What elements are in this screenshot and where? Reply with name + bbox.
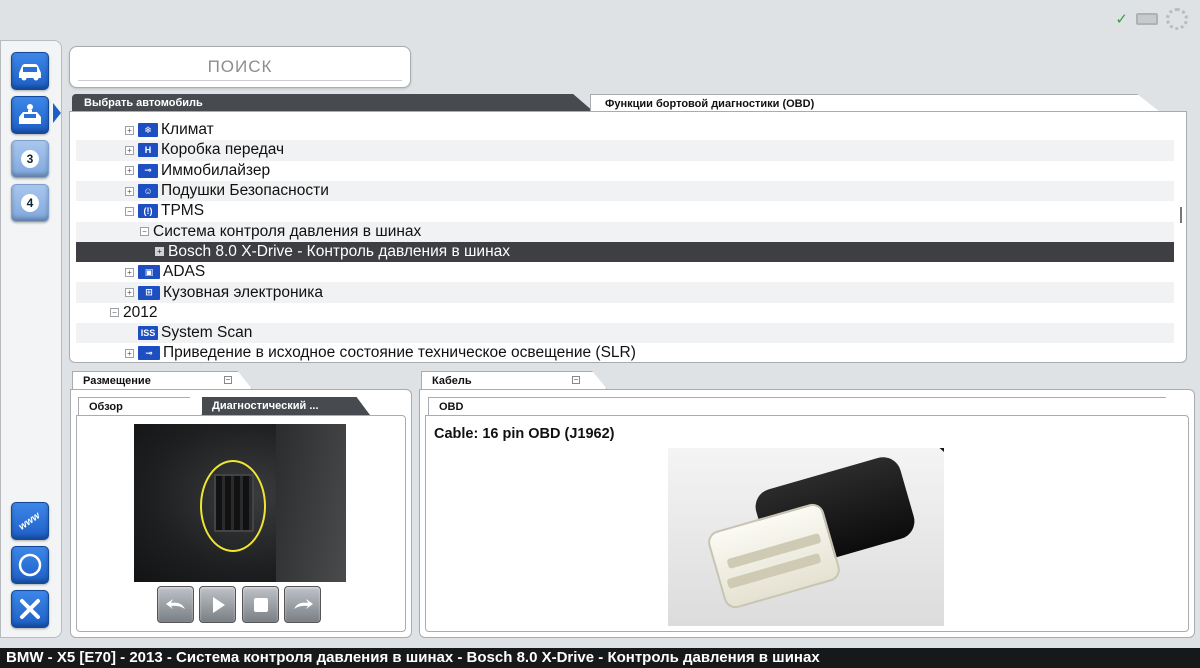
redo-arrow-icon (293, 598, 313, 609)
tab-obd-functions[interactable]: Функции бортовой диагностики (OBD) (590, 94, 1160, 112)
tree-item-label: Bosch 8.0 X-Drive - Контроль давления в … (168, 242, 511, 260)
previous-button[interactable] (157, 586, 194, 623)
step-4-button[interactable]: 4 (11, 184, 49, 222)
expand-icon[interactable]: + (125, 186, 134, 196)
step-4-label: 4 (21, 194, 39, 212)
cable-title: Кабель (432, 375, 472, 387)
expand-icon[interactable]: + (155, 247, 164, 257)
tree-item-climate[interactable]: + ❄ Климат (76, 120, 1174, 140)
car-icon (19, 64, 41, 81)
step-3-label: 3 (21, 150, 39, 168)
collapse-icon[interactable]: − (140, 227, 149, 237)
collapse-icon[interactable]: − (125, 206, 134, 216)
step-3-button[interactable]: 3 (11, 140, 49, 178)
tree-item-tire-pressure-system[interactable]: − Система контроля давления в шинах (76, 221, 1174, 242)
tree-item-label: Приведение в исходное состояние техничес… (163, 344, 636, 362)
slr-icon: ⊸ (138, 346, 160, 361)
body-electronics-icon: ⊞ (138, 285, 160, 300)
obd-cable-image (668, 448, 944, 626)
tree-item-label: Кузовная электроника (163, 283, 323, 301)
obd-port-location-image (134, 424, 346, 582)
expand-icon[interactable]: + (125, 267, 134, 277)
tree-item-body-electronics[interactable]: + ⊞ Кузовная электроника (76, 282, 1174, 303)
expand-icon[interactable]: + (125, 348, 134, 358)
tree-item-label: Климат (161, 121, 214, 139)
tree-item-bosch-xdrive[interactable]: + Bosch 8.0 X-Drive - Контроль давления … (76, 241, 1174, 263)
tree-item-label: ADAS (163, 263, 206, 281)
tree-item-year-2012[interactable]: − 2012 (76, 303, 1174, 323)
diagnostics-button[interactable] (11, 96, 49, 134)
vehicle-status-bar: BMW - X5 [E70] - 2013 - Система контроля… (0, 648, 1200, 668)
expand-icon[interactable]: + (125, 145, 134, 155)
tree-item-gearbox[interactable]: + H Коробка передач (76, 140, 1174, 161)
loading-icon (1166, 8, 1188, 30)
cable-collapse-icon[interactable]: − (572, 376, 580, 384)
tree-item-label: Система контроля давления в шинах (153, 222, 422, 240)
search-label: ПОИСК (207, 57, 273, 76)
cable-description: Cable: 16 pin OBD (J1962) (434, 426, 615, 442)
play-button[interactable] (199, 586, 236, 623)
status-icons: ✓ (1115, 8, 1188, 30)
tree-item-label: Коробка передач (161, 141, 285, 159)
vehicle-tree: + ❄ Климат + H Коробка передач + ⊸ Иммоб… (69, 111, 1187, 363)
www-icon: www (17, 509, 43, 533)
search-button[interactable]: ПОИСК (69, 46, 411, 88)
tab-select-vehicle-label: Выбрать автомобиль (84, 97, 203, 109)
key-icon: ⊸ (138, 163, 158, 178)
tab-select-vehicle[interactable]: Выбрать автомобиль (72, 94, 594, 112)
tab-overview-label: Обзор (89, 401, 123, 413)
connected-check-icon: ✓ (1115, 11, 1128, 28)
tree-item-slr[interactable]: + ⊸ Приведение в исходное состояние техн… (76, 343, 1174, 362)
tree-item-label: System Scan (161, 324, 253, 342)
stop-icon (253, 597, 268, 612)
dashboard-shape (276, 424, 346, 582)
tree-item-system-scan[interactable]: ISS System Scan (76, 323, 1174, 344)
placement-title: Размещение (83, 375, 151, 387)
tpms-icon: (!) (138, 204, 158, 219)
stop-button[interactable] (242, 586, 279, 623)
gearbox-icon: H (138, 143, 158, 158)
undo-arrow-icon (165, 598, 185, 609)
tree-item-airbags[interactable]: + ☺ Подушки Безопасности (76, 180, 1174, 202)
exit-button[interactable] (11, 590, 49, 628)
adas-icon: ▣ (138, 265, 160, 280)
play-icon (212, 596, 225, 613)
tab-diagnostic-label: Диагностический ... (212, 400, 319, 412)
airbag-icon: ☺ (138, 184, 158, 199)
vehicle-path: BMW - X5 [E70] - 2013 - Система контроля… (6, 649, 820, 666)
collapse-icon[interactable]: − (110, 308, 119, 318)
highlight-circle (200, 460, 266, 552)
tab-obd[interactable]: OBD (428, 397, 1188, 415)
tree-item-immobilizer[interactable]: + ⊸ Иммобилайзер (76, 161, 1174, 181)
tree-item-label: 2012 (123, 303, 158, 321)
expand-icon[interactable]: + (125, 288, 134, 298)
expand-icon[interactable]: + (125, 125, 134, 135)
tab-obd-functions-label: Функции бортовой диагностики (OBD) (605, 98, 815, 110)
tree-item-adas[interactable]: + ▣ ADAS (76, 262, 1174, 282)
tree-item-label: Иммобилайзер (161, 161, 271, 179)
tree-item-tpms[interactable]: − (!) TPMS (76, 201, 1174, 221)
battery-icon (1136, 13, 1158, 25)
close-icon (20, 599, 40, 619)
tree-item-label: TPMS (161, 202, 205, 220)
vehicle-select-button[interactable] (11, 52, 49, 90)
tab-obd-label: OBD (439, 401, 464, 413)
iss-icon: ISS (138, 326, 158, 341)
expand-icon[interactable]: + (125, 166, 134, 176)
car-diagnostic-icon (19, 104, 41, 124)
climate-icon: ❄ (138, 123, 158, 138)
tree-scrollbar[interactable] (1180, 207, 1182, 223)
tab-diagnostic[interactable]: Диагностический ... (202, 397, 370, 415)
active-indicator-icon (53, 103, 61, 123)
placement-collapse-icon[interactable]: − (224, 376, 232, 384)
tree-item-label: Подушки Безопасности (161, 182, 329, 200)
tab-overview[interactable]: Обзор (78, 397, 202, 415)
help-button[interactable] (11, 546, 49, 584)
compass-icon (18, 553, 42, 577)
www-button[interactable]: www (11, 502, 49, 540)
next-button[interactable] (284, 586, 321, 623)
